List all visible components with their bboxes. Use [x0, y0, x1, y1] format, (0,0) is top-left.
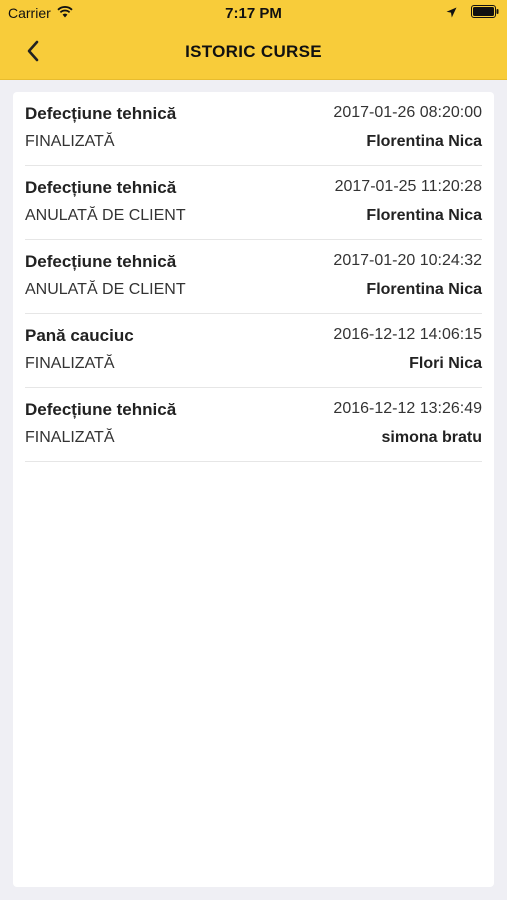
ride-datetime: 2017-01-20 10:24:32 [333, 252, 482, 269]
location-arrow-icon [446, 5, 457, 21]
ride-driver: Florentina Nica [366, 207, 482, 224]
page-title: ISTORIC CURSE [185, 42, 322, 61]
ride-status: ANULATĂ DE CLIENT [25, 281, 186, 298]
ride-title: Pană cauciuc [25, 326, 134, 345]
ride-driver: Florentina Nica [366, 281, 482, 298]
ride-status: FINALIZATĂ [25, 355, 115, 372]
ride-datetime: 2016-12-12 13:26:49 [333, 400, 482, 417]
status-bar: Carrier 7:17 PM [0, 0, 507, 28]
battery-icon [471, 5, 499, 21]
ride-row[interactable]: Defecțiune tehnică 2017-01-20 10:24:32 A… [25, 240, 482, 314]
ride-history-card: Defecțiune tehnică 2017-01-26 08:20:00 F… [13, 92, 494, 887]
ride-driver: Florentina Nica [366, 133, 482, 150]
ride-title: Defecțiune tehnică [25, 178, 177, 197]
ride-row[interactable]: Defecțiune tehnică 2016-12-12 13:26:49 F… [25, 388, 482, 462]
ride-datetime: 2016-12-12 14:06:15 [333, 326, 482, 343]
top-header: Carrier 7:17 PM ISTORIC CURSE [0, 0, 507, 80]
ride-driver: Flori Nica [409, 355, 482, 372]
ride-row[interactable]: Pană cauciuc 2016-12-12 14:06:15 FINALIZ… [25, 314, 482, 388]
ride-title: Defecțiune tehnică [25, 400, 177, 419]
ride-history-list: Defecțiune tehnică 2017-01-26 08:20:00 F… [13, 92, 494, 462]
ride-status: FINALIZATĂ [25, 133, 115, 150]
ride-status: ANULATĂ DE CLIENT [25, 207, 186, 224]
ride-title: Defecțiune tehnică [25, 104, 177, 123]
ride-driver: simona bratu [381, 429, 482, 446]
ride-status: FINALIZATĂ [25, 429, 115, 446]
ride-datetime: 2017-01-25 11:20:28 [334, 178, 482, 195]
status-time: 7:17 PM [225, 5, 282, 22]
ride-title: Defecțiune tehnică [25, 252, 177, 271]
ride-row[interactable]: Defecțiune tehnică 2017-01-26 08:20:00 F… [25, 92, 482, 166]
status-right [446, 5, 499, 21]
ride-datetime: 2017-01-26 08:20:00 [333, 104, 482, 121]
ride-row[interactable]: Defecțiune tehnică 2017-01-25 11:20:28 A… [25, 166, 482, 240]
